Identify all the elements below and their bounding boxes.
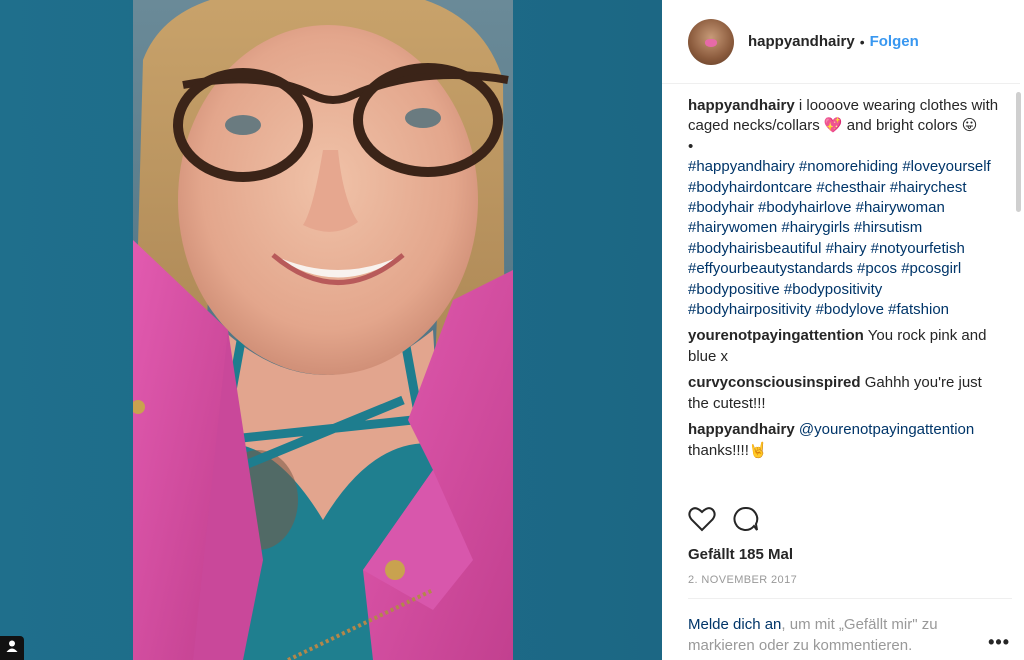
post-side-panel: happyandhairy • Folgen happyandhairy i l… (662, 0, 1024, 660)
comment-username[interactable]: happyandhairy (688, 421, 795, 438)
header-username[interactable]: happyandhairy (748, 33, 855, 50)
caption-hashtags[interactable]: #happyandhairy #nomorehiding #loveyourse… (688, 158, 991, 318)
likes-count[interactable]: Gefällt 185 Mal (688, 546, 793, 563)
caption-bullet: • (688, 137, 694, 155)
login-link[interactable]: Melde dich an (688, 616, 781, 633)
post-actions (688, 506, 760, 532)
comments-list[interactable]: happyandhairy i loooove wearing clothes … (688, 96, 1004, 496)
caption: happyandhairy i loooove wearing clothes … (688, 96, 1004, 320)
more-options-icon[interactable]: ••• (988, 632, 1010, 653)
header-separator: • (859, 33, 865, 50)
caption-username[interactable]: happyandhairy (688, 97, 795, 114)
post-date: 2. NOVEMBER 2017 (688, 574, 798, 586)
heart-icon[interactable] (688, 506, 716, 532)
comment-item: curvyconsciousinspired Gahhh you're just… (688, 373, 1004, 414)
follow-button[interactable]: Folgen (870, 33, 919, 50)
login-prompt: Melde dich an, um mit „Gefällt mir" zu m… (688, 614, 978, 656)
comment-username[interactable]: curvyconsciousinspired (688, 374, 861, 391)
comment-text: thanks!!!!🤘 (688, 441, 768, 459)
user-tag-button[interactable] (0, 636, 24, 660)
avatar[interactable] (688, 18, 734, 65)
selfie-image (133, 0, 513, 660)
comments-scrollbar[interactable] (1016, 92, 1021, 212)
divider (688, 598, 1012, 599)
post-photo[interactable] (133, 0, 513, 660)
comment-item: happyandhairy @yourenotpayingattention t… (688, 420, 1004, 461)
comment-item: yourenotpayingattention You rock pink an… (688, 326, 1004, 367)
comment-mention[interactable]: @yourenotpayingattention (795, 421, 974, 438)
comment-bubble-icon[interactable] (732, 506, 760, 532)
post-header: happyandhairy • Folgen (662, 0, 1020, 84)
user-icon (5, 639, 19, 658)
comment-username[interactable]: yourenotpayingattention (688, 327, 864, 344)
